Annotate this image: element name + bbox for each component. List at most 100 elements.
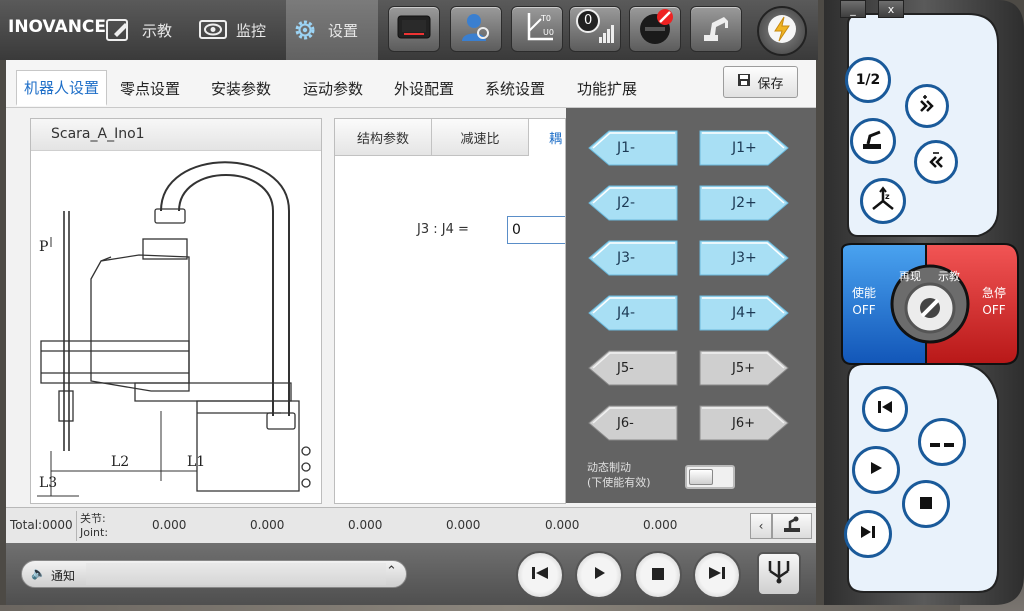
pendant-pause-button[interactable]	[918, 418, 966, 466]
pendant-stop-button[interactable]	[902, 480, 950, 528]
coordinate-button[interactable]: T0 U0	[511, 6, 563, 52]
jog-j3-minus-button[interactable]: J3-	[587, 239, 679, 277]
param-tab-structure[interactable]: 结构参数	[335, 119, 432, 156]
save-button[interactable]: 保存	[723, 66, 798, 98]
svg-text:T0: T0	[540, 14, 551, 23]
param-tab-coupling[interactable]: 耦	[529, 119, 565, 156]
toggle-knob	[689, 469, 713, 485]
pendant-play-button[interactable]	[852, 446, 900, 494]
enable-switch[interactable]: 使能 OFF	[846, 285, 882, 319]
subtab-peripheral-config[interactable]: 外设配置	[387, 70, 461, 106]
jog-j4-minus-button[interactable]: J4-	[587, 294, 679, 332]
jog-j3-plus-button[interactable]: J3+	[698, 239, 790, 277]
enable-state: OFF	[852, 303, 876, 317]
speed-up-button[interactable]	[905, 84, 949, 128]
save-button-label: 保存	[757, 76, 784, 92]
dynamic-brake-line2: (下使能有效)	[587, 476, 651, 489]
jog-j2-plus-button[interactable]: J2+	[698, 184, 790, 222]
jog-j1-minus-button[interactable]: J1-	[587, 129, 679, 167]
coordinate-system-button[interactable]: z	[860, 178, 906, 224]
robot-arm-button[interactable]	[690, 6, 742, 52]
parameter-panel: 结构参数 减速比 耦 J3 : J4 = 0	[334, 118, 566, 504]
subtab-function-extension[interactable]: 功能扩展	[570, 70, 644, 106]
app-logo: INOVANCE	[8, 17, 107, 37]
speed-down-button[interactable]	[914, 140, 958, 184]
jog-button-label: J5-	[617, 360, 634, 376]
jog-j1-plus-button[interactable]: J1+	[698, 129, 790, 167]
subtab-zero-settings[interactable]: 零点设置	[113, 70, 187, 106]
dynamic-brake-line1: 动态制动	[587, 461, 631, 474]
speaker-icon: 🔈	[31, 566, 46, 580]
jog-button-label: J2+	[732, 195, 757, 211]
window-minimize-button[interactable]: _	[840, 0, 866, 18]
skip-previous-icon	[530, 565, 550, 585]
program-stop-button[interactable]	[634, 551, 682, 599]
param-tab-reduction-ratio[interactable]: 减速比	[432, 119, 529, 156]
joint-value-3: 0.000	[348, 518, 383, 532]
speed-down-icon	[925, 149, 947, 175]
nav-tab-teach[interactable]: 示教	[104, 0, 196, 60]
mode-key-switch[interactable]	[904, 282, 956, 334]
diagram-label-l1: L1	[187, 454, 205, 470]
pendant-step-forward-button[interactable]	[844, 510, 892, 558]
joint-label-cn: 关节:	[80, 512, 106, 525]
emergency-stop-switch[interactable]: 急停 OFF	[976, 285, 1012, 319]
program-step-back-button[interactable]	[516, 551, 564, 599]
user-search-button[interactable]	[450, 6, 502, 52]
power-button[interactable]	[757, 6, 807, 56]
stop-icon	[651, 566, 665, 585]
jog-button-label: J1+	[732, 140, 757, 156]
scara-robot-diagram: P L2 L1 L3	[37, 161, 311, 497]
pendant-step-back-button[interactable]	[862, 386, 908, 432]
robot-model-name: Scara_A_Ino1	[31, 119, 321, 151]
program-play-button[interactable]	[575, 551, 623, 599]
dynamic-brake-toggle[interactable]	[685, 465, 735, 489]
speed-level-button[interactable]	[569, 6, 621, 52]
jog-j2-minus-button[interactable]: J2-	[587, 184, 679, 222]
screen-icon	[396, 14, 432, 44]
subtab-motion-params[interactable]: 运动参数	[296, 70, 370, 106]
diagram-label-p: P	[39, 239, 48, 255]
subtab-robot-settings[interactable]: 机器人设置	[16, 70, 108, 106]
notification-bar[interactable]: 🔈 通知 ⌃	[21, 560, 407, 588]
joint-value-4: 0.000	[446, 518, 481, 532]
stop-button[interactable]	[629, 6, 681, 52]
top-navigation-bar: INOVANCE 示教 监控 设置 T0 U0 0	[0, 0, 818, 60]
jog-j4-plus-button[interactable]: J4+	[698, 294, 790, 332]
step-mode-icon	[860, 126, 886, 156]
skip-previous-icon	[876, 399, 894, 419]
io-network-button[interactable]	[757, 552, 801, 596]
jog-j5-minus-button[interactable]: J5-	[587, 349, 679, 387]
status-tool-button[interactable]	[772, 513, 812, 539]
jog-button-label: J5+	[732, 360, 755, 376]
speed-level-value: 0	[584, 13, 593, 28]
estop-state: OFF	[982, 303, 1006, 317]
dash-dash-icon	[929, 432, 955, 453]
stop-sign-icon	[635, 7, 675, 51]
expand-updown-icon[interactable]: ⌃	[386, 564, 397, 579]
subtab-install-params[interactable]: 安装参数	[204, 70, 278, 106]
screen-button[interactable]	[388, 6, 440, 52]
jog-button-label: J6-	[617, 415, 634, 431]
half-speed-button[interactable]: 1/2	[845, 57, 891, 103]
jog-j6-plus-button[interactable]: J6+	[698, 404, 790, 442]
step-mode-button[interactable]	[850, 118, 896, 164]
subtab-system-settings[interactable]: 系统设置	[478, 70, 552, 106]
window-close-button[interactable]: x	[878, 0, 904, 18]
jog-button-label: J3-	[617, 250, 636, 266]
status-scroll-left-button[interactable]: ‹	[750, 513, 772, 539]
settings-subtab-bar: 机器人设置 零点设置 安装参数 运动参数 外设配置 系统设置 功能扩展 保存	[6, 60, 816, 108]
coordinate-axis-icon: T0 U0	[519, 9, 555, 49]
skip-next-icon	[707, 565, 727, 585]
jog-j5-plus-button[interactable]: J5+	[698, 349, 790, 387]
coupling-ratio-input[interactable]: 0	[507, 216, 565, 244]
joint-value-2: 0.000	[250, 518, 285, 532]
jog-j6-minus-button[interactable]: J6-	[587, 404, 679, 442]
nav-tab-settings[interactable]: 设置	[286, 0, 378, 60]
jog-button-label: J2-	[617, 195, 636, 211]
robot-tool-icon	[780, 515, 804, 537]
nav-tab-monitor[interactable]: 监控	[198, 0, 286, 60]
joint-value-6: 0.000	[643, 518, 678, 532]
chevron-left-icon: ‹	[758, 519, 764, 533]
program-step-forward-button[interactable]	[693, 551, 741, 599]
